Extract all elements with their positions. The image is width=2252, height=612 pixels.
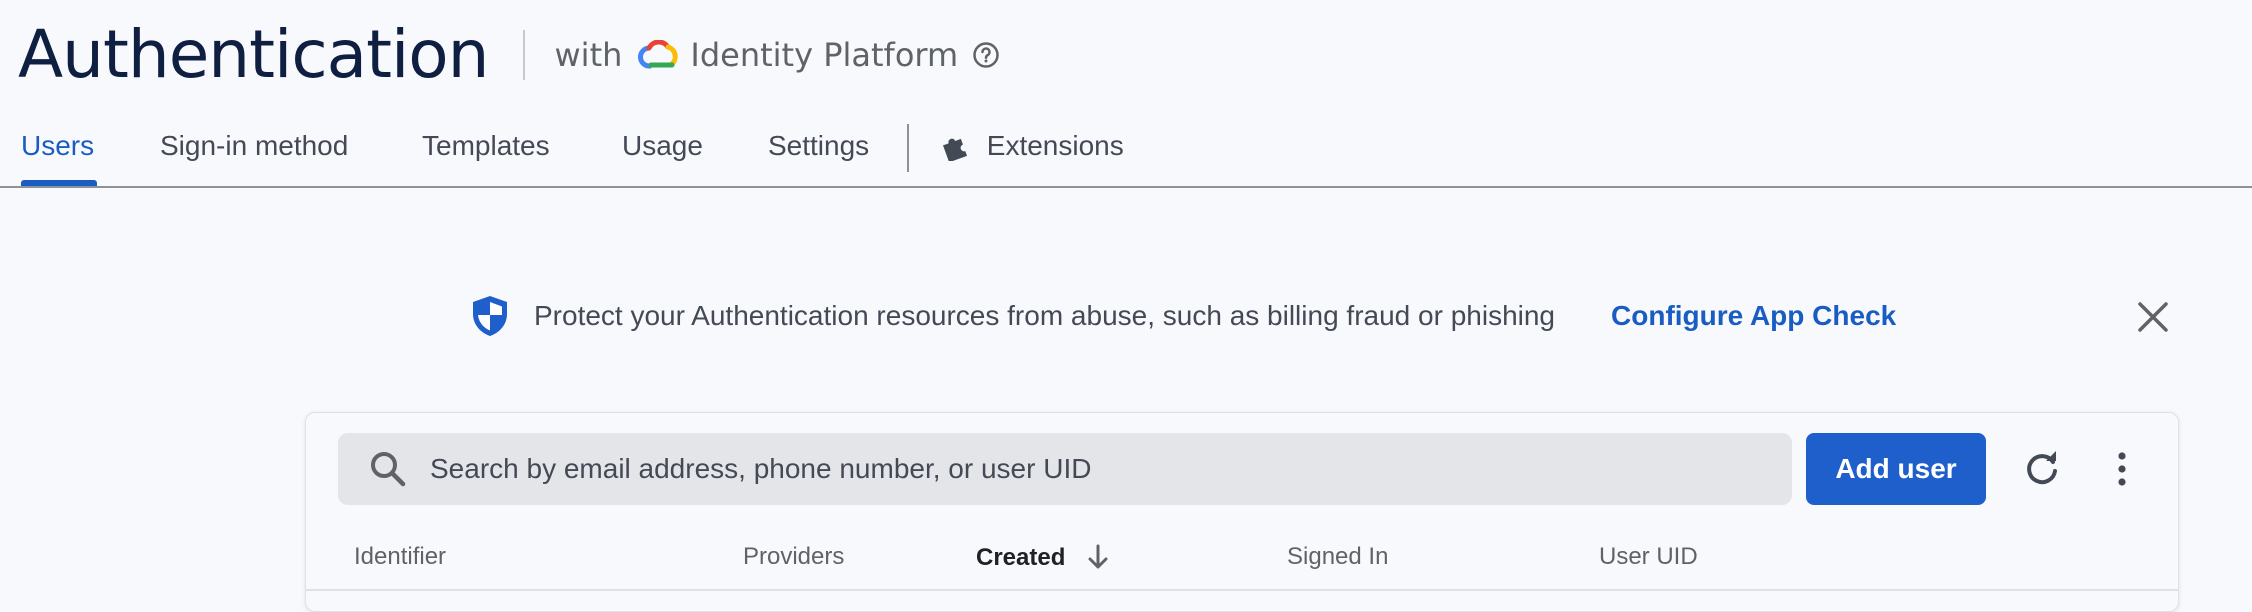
search-icon — [371, 452, 406, 487]
tab-users-label: Users — [21, 130, 95, 161]
arrow-down-icon[interactable] — [1086, 543, 1110, 571]
tab-sign-in-method[interactable]: Sign-in method — [160, 130, 348, 188]
close-icon[interactable] — [2134, 298, 2172, 336]
more-vert-icon[interactable] — [2110, 449, 2134, 489]
active-tab-indicator — [21, 180, 97, 186]
tab-templates-label: Templates — [422, 130, 550, 161]
tab-bar: Users Sign-in method Templates Usage Set… — [0, 118, 2252, 188]
header-row-divider — [306, 589, 2178, 591]
column-header-signed-in-label: Signed In — [1287, 543, 1389, 570]
google-cloud-icon — [638, 40, 679, 69]
help-circle-icon[interactable] — [972, 41, 1000, 69]
tab-settings[interactable]: Settings — [768, 130, 869, 188]
column-header-created-label: Created — [976, 544, 1066, 571]
page-header: Authentication with Identity Platform — [18, 14, 1000, 96]
column-header-created[interactable]: Created — [976, 543, 1110, 572]
tab-extensions-label: Extensions — [986, 130, 1124, 161]
column-header-providers-label: Providers — [743, 543, 845, 570]
column-header-providers[interactable]: Providers — [743, 543, 844, 571]
puzzle-piece-icon — [943, 138, 968, 161]
refresh-icon[interactable] — [2022, 449, 2062, 489]
configure-app-check-link[interactable]: Configure App Check — [1611, 300, 1896, 332]
search-box[interactable] — [338, 433, 1792, 505]
column-header-user-uid[interactable]: User UID — [1599, 543, 1698, 571]
search-input[interactable] — [428, 452, 1728, 486]
tab-extensions[interactable]: Extensions — [941, 130, 1124, 188]
column-header-identifier-label: Identifier — [354, 543, 447, 570]
add-user-button[interactable]: Add user — [1806, 433, 1986, 505]
tab-usage[interactable]: Usage — [622, 130, 703, 188]
column-header-identifier[interactable]: Identifier — [354, 543, 446, 571]
column-header-signed-in[interactable]: Signed In — [1287, 543, 1388, 571]
with-label: with — [554, 36, 623, 74]
users-card: Add user Identifier Providers Created Si… — [305, 412, 2179, 612]
identity-platform-label: Identity Platform — [690, 36, 959, 74]
banner-message: Protect your Authentication resources fr… — [534, 300, 1556, 331]
page-title: Authentication — [18, 16, 489, 93]
shield-icon — [473, 296, 507, 336]
header-divider — [522, 30, 525, 80]
tab-separator — [907, 124, 909, 172]
tab-usage-label: Usage — [622, 130, 703, 161]
app-check-banner: Protect your Authentication resources fr… — [468, 290, 2188, 342]
column-header-user-uid-label: User UID — [1599, 543, 1698, 570]
tab-templates[interactable]: Templates — [422, 130, 550, 188]
tab-settings-label: Settings — [768, 130, 870, 161]
tab-sign-in-method-label: Sign-in method — [160, 130, 349, 161]
